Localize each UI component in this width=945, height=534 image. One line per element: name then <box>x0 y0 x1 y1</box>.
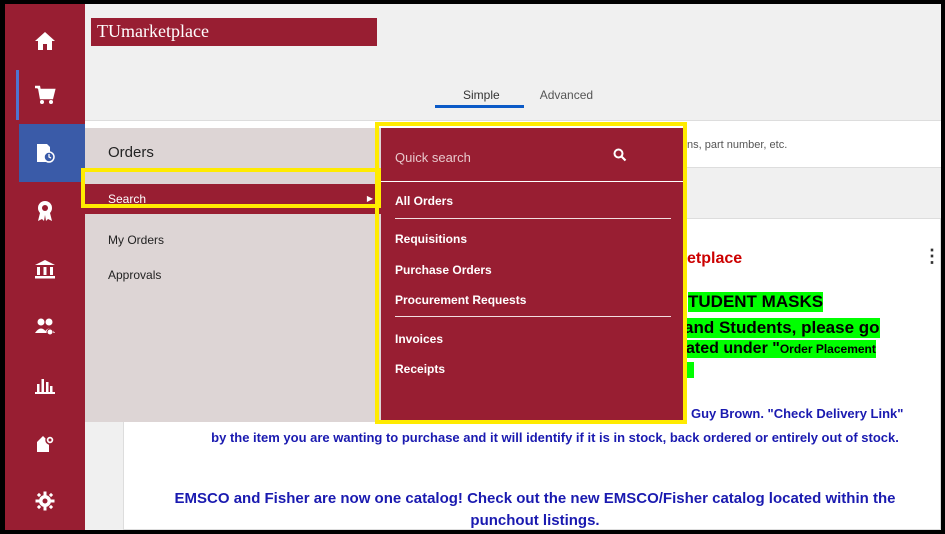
nav-accounts[interactable] <box>5 240 85 298</box>
orders-menu-approvals[interactable]: Approvals <box>85 260 381 290</box>
quick-search-placeholder: Quick search <box>395 150 471 165</box>
search-menu-procurement-requests[interactable]: Procurement Requests <box>395 293 526 307</box>
nav-contracts[interactable] <box>5 182 85 240</box>
gear-icon <box>35 491 55 511</box>
emsco-text: EMSCO and Fisher are now one catalog! Ch… <box>174 490 896 529</box>
nav-people[interactable] <box>5 298 85 356</box>
menu-divider <box>395 218 671 219</box>
home-icon <box>35 32 55 50</box>
search-flyout: Quick search All Orders Requisitions Pur… <box>381 128 683 422</box>
order-placement-text: Order Placement <box>779 342 876 356</box>
bar-chart-icon <box>35 379 55 394</box>
search-menu-all-orders[interactable]: All Orders <box>395 194 453 208</box>
more-options-icon[interactable]: ⋮ <box>923 246 941 267</box>
search-placeholder: ns, part number, etc. <box>687 139 788 151</box>
tab-advanced[interactable]: Advanced <box>524 84 609 108</box>
bank-icon <box>35 260 55 279</box>
tab-simple[interactable]: Simple <box>435 84 524 108</box>
people-icon <box>35 318 55 336</box>
delivery-text: by the item you are wanting to purchase … <box>211 430 899 445</box>
nav-settings[interactable] <box>5 472 85 530</box>
app-window: TUmarketplace Simple Advanced ns, part n… <box>5 4 941 530</box>
nav-orders[interactable] <box>5 124 85 182</box>
nav-home[interactable] <box>5 12 85 70</box>
nav-reports[interactable] <box>5 356 85 414</box>
menu-divider <box>395 316 671 317</box>
admin-icon <box>37 435 55 452</box>
located-quote: " <box>772 340 780 357</box>
search-menu-invoices[interactable]: Invoices <box>395 332 443 346</box>
orders-flyout: Orders Search ▶ My Orders Approvals <box>85 128 381 422</box>
orders-menu-search-label: Search <box>108 192 147 206</box>
search-menu-purchase-orders[interactable]: Purchase Orders <box>395 263 492 277</box>
ribbon-badge-icon <box>38 201 52 221</box>
nav-shop[interactable] <box>5 66 85 124</box>
cart-icon <box>35 85 56 104</box>
orders-flyout-title: Orders <box>108 144 154 161</box>
nav-admin[interactable] <box>5 414 85 472</box>
highlight-fragment <box>686 362 694 378</box>
located-line: ated under "Order Placement <box>686 340 876 358</box>
orders-clock-icon <box>37 144 55 163</box>
brand-banner[interactable]: TUmarketplace <box>91 18 377 46</box>
masks-line: TUDENT MASKS <box>688 292 824 312</box>
caret-right-icon: ▶ <box>366 194 373 203</box>
orders-menu-my-orders[interactable]: My Orders <box>85 225 381 255</box>
delivery-fragment: Guy Brown. "Check Delivery Link" <box>691 406 904 421</box>
main-nav-rail <box>5 4 85 530</box>
students-line: and Students, please go <box>684 318 880 338</box>
search-menu-receipts[interactable]: Receipts <box>395 362 445 376</box>
announcement-title: etplace <box>687 250 743 267</box>
orders-menu-search[interactable]: Search ▶ <box>85 184 381 214</box>
quick-search-field[interactable]: Quick search <box>381 128 683 182</box>
search-menu-requisitions[interactable]: Requisitions <box>395 232 467 246</box>
search-tabs: Simple Advanced <box>435 84 609 108</box>
located-text: ated under <box>686 340 773 357</box>
search-icon[interactable] <box>613 148 627 162</box>
